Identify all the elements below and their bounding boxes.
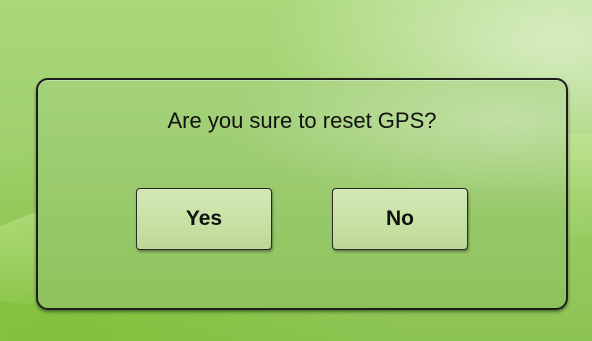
dialog-message: Are you sure to reset GPS?	[167, 108, 437, 133]
yes-button[interactable]: Yes	[136, 188, 272, 250]
screen-background: Are you sure to reset GPS? Yes No	[0, 0, 592, 341]
reset-gps-dialog: Are you sure to reset GPS? Yes No	[36, 78, 568, 310]
no-button[interactable]: No	[332, 188, 468, 250]
